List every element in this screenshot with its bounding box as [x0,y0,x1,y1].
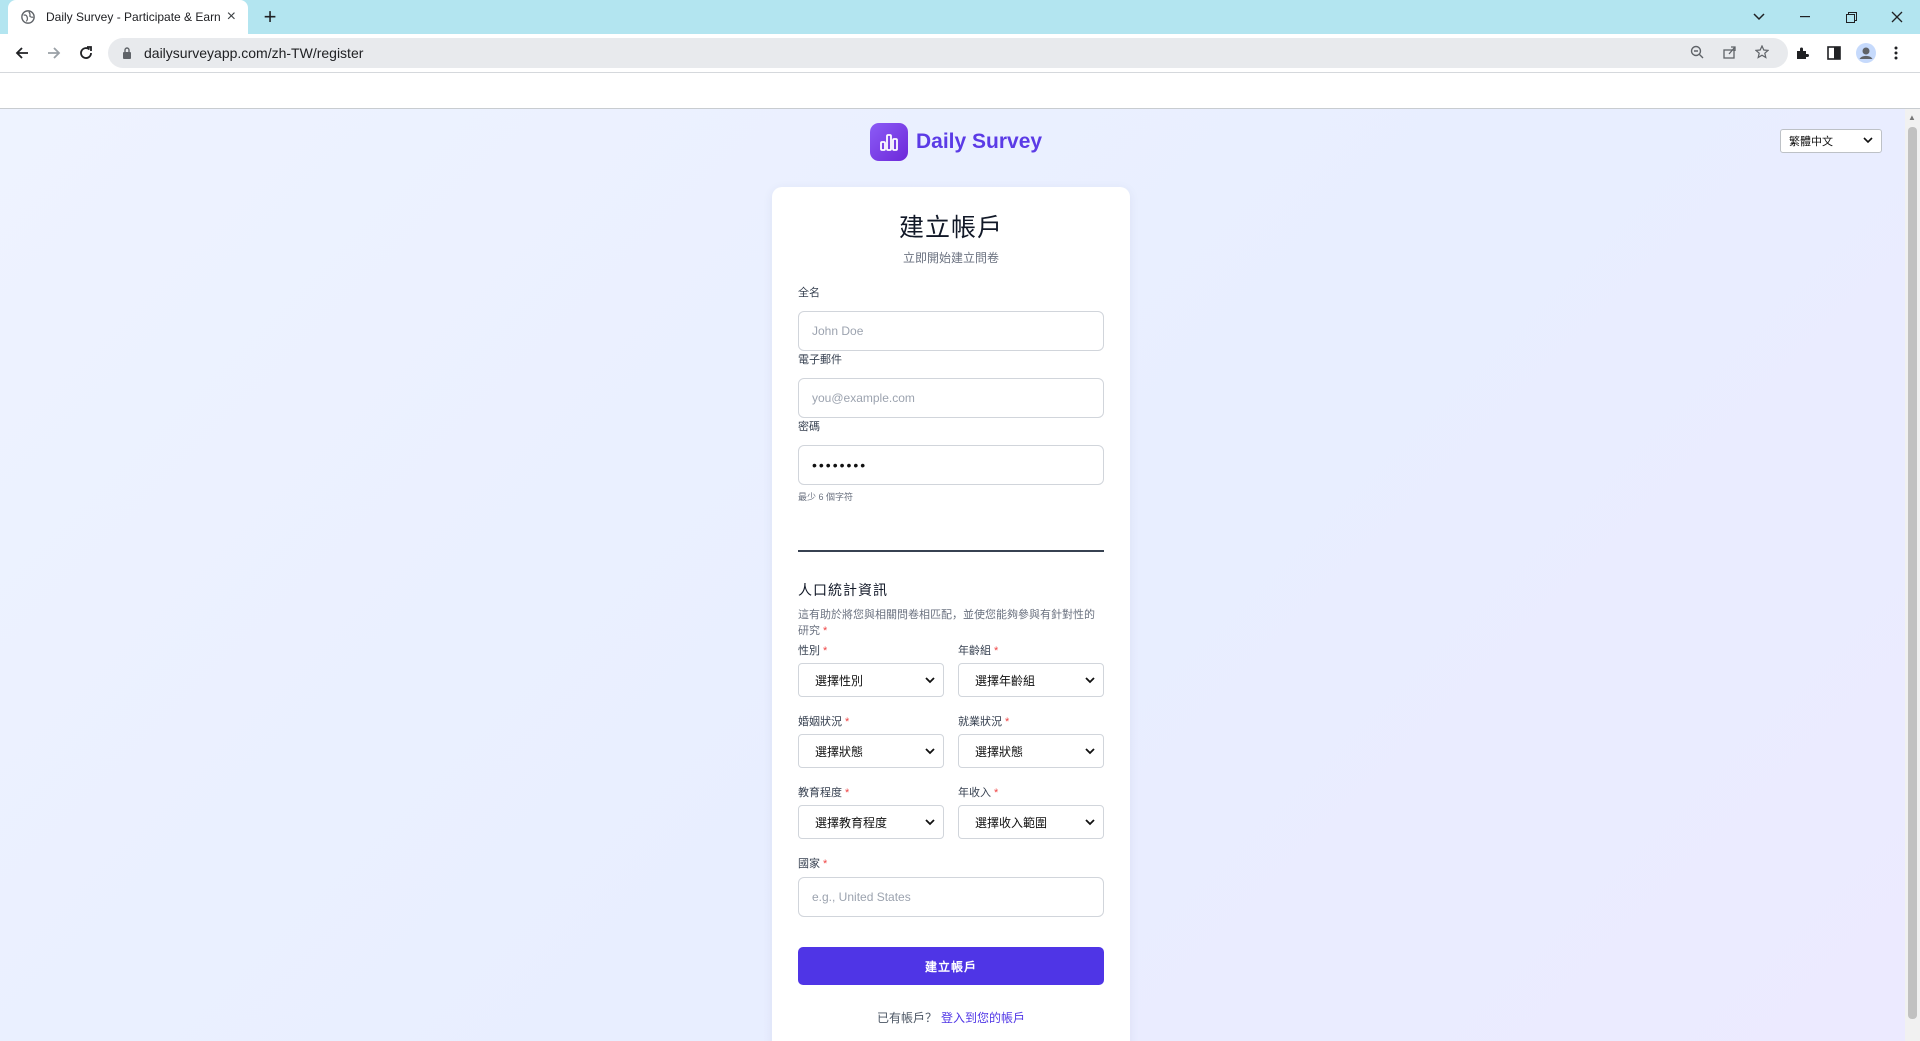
new-tab-icon[interactable]: + [258,4,282,29]
close-window-icon[interactable] [1874,0,1920,34]
browser-tab[interactable]: Daily Survey - Participate & Earn × [8,0,248,34]
password-hint: 最少 6 個字符 [798,492,854,502]
demographics-description: 這有助於將您與相關問卷相匹配，並使您能夠參與有針對性的研究 * [798,609,1095,637]
scroll-up-icon[interactable]: ▲ [1908,113,1916,122]
email-input[interactable]: you@example.com [798,378,1104,418]
country-label: 國家 * [798,858,828,870]
annual-income-label: 年收入 * [958,787,999,799]
country-input[interactable]: e.g., United States [798,877,1104,917]
chevron-down-icon [925,676,935,684]
tab-close-icon[interactable]: × [227,9,236,25]
language-select[interactable]: 繁體中文 [1780,129,1882,153]
brand-header[interactable]: Daily Survey [870,123,1042,161]
bar-chart-logo-icon [870,123,908,161]
reload-icon[interactable] [74,41,98,65]
annual-income-select[interactable]: 選擇收入範圍 [958,805,1104,839]
age-group-label: 年齡組 * [958,645,999,657]
create-account-button[interactable]: 建立帳戶 [798,947,1104,985]
education-label: 教育程度 * [798,787,850,799]
restore-icon[interactable] [1828,0,1874,34]
email-label: 電子郵件 [798,354,842,366]
age-group-select[interactable]: 選擇年齡組 [958,663,1104,697]
globe-icon [20,9,36,25]
scrollbar-thumb[interactable] [1908,127,1917,1019]
education-select[interactable]: 選擇教育程度 [798,805,944,839]
extensions-icon[interactable] [1790,41,1814,65]
bookmarks-bar [0,73,1920,109]
browser-tabstrip: Daily Survey - Participate & Earn × + [0,0,1920,34]
chevron-down-icon [1085,747,1095,755]
brand-name: Daily Survey [916,130,1043,153]
minimize-icon[interactable] [1782,0,1828,34]
chevron-down-icon [1863,136,1873,147]
full-name-input[interactable]: John Doe [798,311,1104,351]
tab-search-icon[interactable] [1736,0,1782,34]
full-name-label: 全名 [798,287,820,299]
browser-toolbar: dailysurveyapp.com/zh-TW/register [0,34,1920,73]
bookmark-star-icon[interactable] [1750,40,1774,64]
login-link[interactable]: 登入到您的帳戶 [941,1011,1025,1025]
forward-icon[interactable] [42,41,66,65]
page-scrollbar[interactable]: ▲ [1905,109,1920,1041]
employment-status-label: 就業狀況 * [958,716,1010,728]
chevron-down-icon [1085,676,1095,684]
url-text: dailysurveyapp.com/zh-TW/register [144,45,364,61]
side-panel-icon[interactable] [1822,41,1846,65]
menu-kebab-icon[interactable] [1884,41,1908,65]
language-selected: 繁體中文 [1789,136,1833,148]
page-title: 建立帳戶 [898,214,1003,242]
password-input[interactable]: •••••••• [798,445,1104,485]
address-bar[interactable]: dailysurveyapp.com/zh-TW/register [108,38,1788,68]
password-label: 密碼 [798,421,820,433]
gender-label: 性別 * [798,645,828,657]
chevron-down-icon [925,818,935,826]
share-icon[interactable] [1718,40,1742,64]
demographics-title: 人口統計資訊 [798,582,888,598]
page-subtitle: 立即開始建立問卷 [902,251,999,265]
chevron-down-icon [1085,818,1095,826]
section-divider [798,550,1104,552]
zoom-icon[interactable] [1685,40,1709,64]
gender-select[interactable]: 選擇性別 [798,663,944,697]
register-card: 建立帳戶 立即開始建立問卷 全名 John Doe 電子郵件 you@examp… [772,187,1130,1041]
login-prompt: 已有帳戶？ 登入到您的帳戶 [876,1011,1026,1025]
tab-title: Daily Survey - Participate & Earn [46,10,221,24]
lock-icon [122,47,134,59]
marital-status-label: 婚姻狀況 * [798,716,850,728]
chevron-down-icon [925,747,935,755]
profile-avatar-icon[interactable] [1854,41,1878,65]
back-icon[interactable] [10,41,34,65]
employment-status-select[interactable]: 選擇狀態 [958,734,1104,768]
page-viewport: Daily Survey 繁體中文 建立帳戶 立即開始建立問卷 全名 John … [0,109,1920,1041]
marital-status-select[interactable]: 選擇狀態 [798,734,944,768]
